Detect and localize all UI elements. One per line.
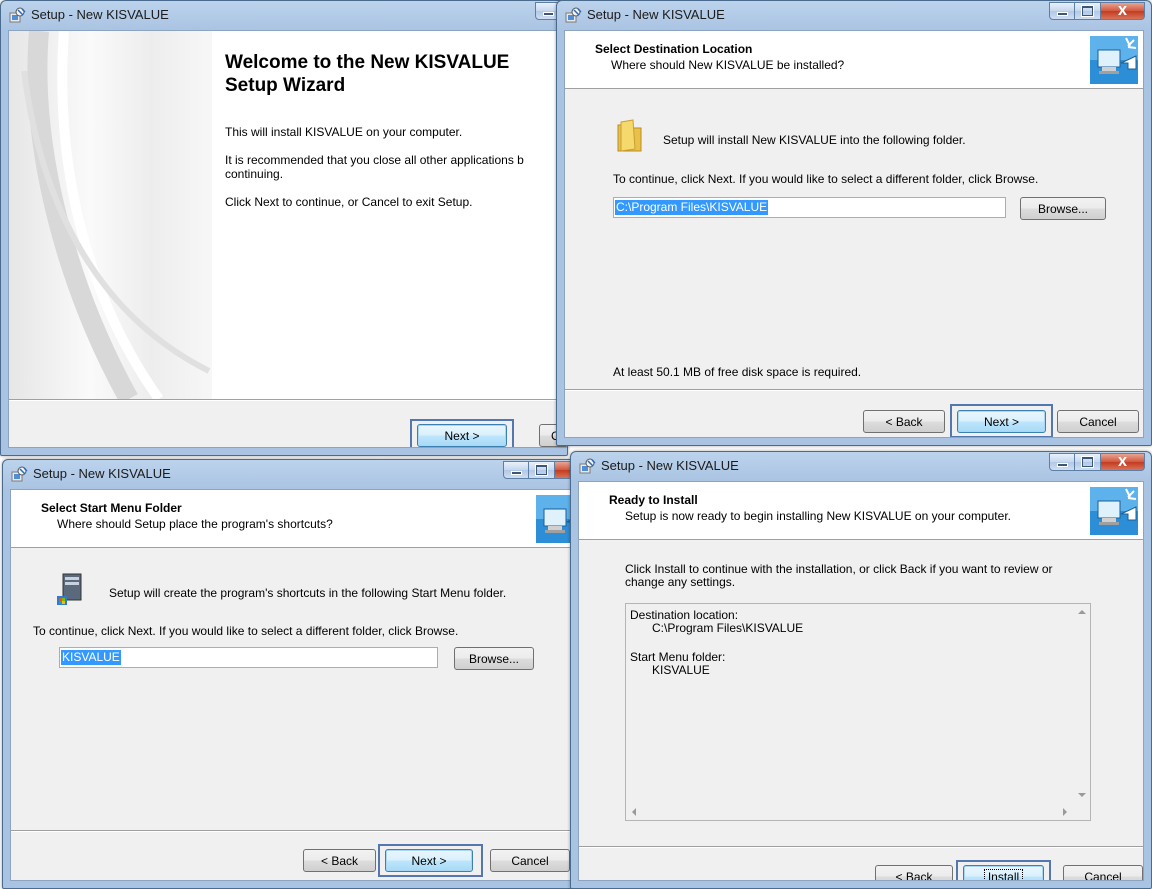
- close-button[interactable]: X: [1101, 453, 1145, 471]
- ready-intro-line-2: change any settings.: [625, 575, 736, 589]
- close-icon: X: [1117, 4, 1128, 18]
- startmenu-folder-field[interactable]: KISVALUE: [59, 647, 438, 668]
- page-title: Ready to Install: [609, 493, 698, 507]
- ready-memo-box[interactable]: Destination location: C:\Program Files\K…: [625, 603, 1091, 821]
- next-button[interactable]: Next >: [957, 410, 1046, 433]
- browse-button[interactable]: Browse...: [454, 647, 534, 670]
- next-button[interactable]: Next >: [385, 849, 473, 872]
- scroll-right-icon[interactable]: [1063, 808, 1067, 816]
- page-header: Select Destination Location Where should…: [565, 31, 1143, 89]
- install-button[interactable]: Install: [963, 865, 1044, 880]
- setup-app-icon: [9, 7, 26, 23]
- destination-path-field[interactable]: C:\Program Files\KISVALUE: [613, 197, 1006, 218]
- page-subtitle: Where should New KISVALUE be installed?: [611, 58, 845, 72]
- ready-window: Setup - New KISVALUE X Ready to Install …: [570, 451, 1152, 889]
- welcome-text-install: This will install KISVALUE on your compu…: [225, 125, 463, 139]
- destination-info-text: Setup will install New KISVALUE into the…: [663, 133, 966, 147]
- maximize-icon: [536, 465, 547, 475]
- close-button[interactable]: X: [1101, 2, 1145, 20]
- cancel-button[interactable]: Cancel: [490, 849, 570, 872]
- minimize-icon: [510, 471, 522, 475]
- setup-app-icon: [565, 7, 582, 23]
- welcome-text-continue: Click Next to continue, or Cancel to exi…: [225, 195, 473, 209]
- maximize-button[interactable]: [1075, 453, 1101, 471]
- page-header: Select Start Menu Folder Where should Se…: [11, 490, 576, 548]
- memo-destination-label: Destination location:: [630, 608, 739, 622]
- title-bar[interactable]: Setup - New KISVALUE: [1, 1, 567, 29]
- cancel-button[interactable]: Cancel: [1063, 865, 1143, 880]
- footer-separator: [565, 389, 1143, 391]
- setup-app-icon: [579, 458, 596, 474]
- memo-destination-value: C:\Program Files\KISVALUE: [652, 621, 804, 635]
- maximize-button[interactable]: [529, 461, 555, 479]
- destination-client-area: Select Destination Location Where should…: [564, 30, 1144, 438]
- page-subtitle: Where should Setup place the program's s…: [57, 517, 333, 531]
- computer-install-icon: [1090, 36, 1138, 84]
- page-header: Ready to Install Setup is now ready to b…: [579, 482, 1143, 540]
- window-title: Setup - New KISVALUE: [587, 7, 725, 22]
- vertical-scrollbar[interactable]: [1073, 604, 1090, 803]
- memo-startmenu-label: Start Menu folder:: [630, 650, 726, 664]
- minimize-button[interactable]: [1049, 2, 1075, 20]
- browse-button[interactable]: Browse...: [1020, 197, 1106, 220]
- scroll-left-icon[interactable]: [632, 808, 636, 816]
- welcome-text-recommend-2: continuing.: [225, 167, 284, 181]
- maximize-icon: [1082, 6, 1093, 16]
- title-bar[interactable]: Setup - New KISVALUE X: [557, 1, 1151, 29]
- title-bar[interactable]: Setup - New KISVALUE X: [571, 452, 1151, 480]
- next-button[interactable]: Next >: [417, 424, 507, 447]
- footer-separator: [11, 830, 576, 832]
- horizontal-scrollbar[interactable]: [626, 803, 1073, 820]
- minimize-button[interactable]: [1049, 453, 1075, 471]
- back-button[interactable]: < Back: [863, 410, 945, 433]
- page-subtitle: Setup is now ready to begin installing N…: [625, 509, 1011, 523]
- startmenu-client-area: Select Start Menu Folder Where should Se…: [10, 489, 577, 881]
- minimize-icon: [542, 12, 554, 16]
- scroll-up-icon[interactable]: [1078, 610, 1086, 614]
- ready-client-area: Ready to Install Setup is now ready to b…: [578, 481, 1144, 881]
- cancel-button[interactable]: Cancel: [1057, 410, 1139, 433]
- install-button-label: Install: [983, 868, 1024, 880]
- maximize-icon: [1082, 457, 1093, 467]
- window-title: Setup - New KISVALUE: [33, 466, 171, 481]
- scroll-down-icon[interactable]: [1078, 793, 1086, 797]
- wizard-banner-image: [9, 31, 212, 399]
- disk-space-text: At least 50.1 MB of free disk space is r…: [613, 365, 862, 379]
- startmenu-window: Setup - New KISVALUE X Select Start Menu…: [2, 459, 578, 889]
- ready-intro-line-1: Click Install to continue with the insta…: [625, 562, 1053, 576]
- welcome-client-area: Welcome to the New KISVALUE Setup Wizard…: [8, 30, 567, 448]
- start-menu-icon: [57, 573, 82, 605]
- minimize-icon: [1056, 463, 1068, 467]
- welcome-text-recommend-1: It is recommended that you close all oth…: [225, 153, 524, 167]
- startmenu-info-text: Setup will create the program's shortcut…: [109, 586, 507, 600]
- page-title: Select Destination Location: [595, 42, 753, 56]
- setup-app-icon: [11, 466, 28, 482]
- destination-path-value: C:\Program Files\KISVALUE: [615, 200, 769, 215]
- title-bar[interactable]: Setup - New KISVALUE X: [3, 460, 577, 488]
- minimize-icon: [1056, 12, 1068, 16]
- page-title: Select Start Menu Folder: [41, 501, 182, 515]
- welcome-heading: Welcome to the New KISVALUE Setup Wizard: [225, 52, 510, 96]
- startmenu-instruction-text: To continue, click Next. If you would li…: [33, 624, 459, 638]
- folder-icon: [617, 119, 642, 152]
- back-button[interactable]: < Back: [875, 865, 953, 881]
- welcome-content-panel: Welcome to the New KISVALUE Setup Wizard…: [212, 31, 566, 399]
- computer-install-icon: [1090, 487, 1138, 535]
- minimize-button[interactable]: [503, 461, 529, 479]
- maximize-button[interactable]: [1075, 2, 1101, 20]
- close-icon: X: [1117, 455, 1128, 469]
- welcome-window: Setup - New KISVALUE Welcome to the New …: [0, 0, 568, 456]
- window-title: Setup - New KISVALUE: [31, 7, 169, 22]
- back-button-label: < Back: [895, 869, 933, 881]
- footer-separator: [579, 846, 1143, 848]
- memo-startmenu-value: KISVALUE: [652, 663, 710, 677]
- destination-instruction-text: To continue, click Next. If you would li…: [613, 172, 1039, 186]
- startmenu-folder-value: KISVALUE: [61, 650, 121, 665]
- destination-window: Setup - New KISVALUE X Select Destinatio…: [556, 0, 1152, 446]
- window-title: Setup - New KISVALUE: [601, 458, 739, 473]
- back-button[interactable]: < Back: [303, 849, 376, 872]
- footer-separator: [9, 399, 566, 401]
